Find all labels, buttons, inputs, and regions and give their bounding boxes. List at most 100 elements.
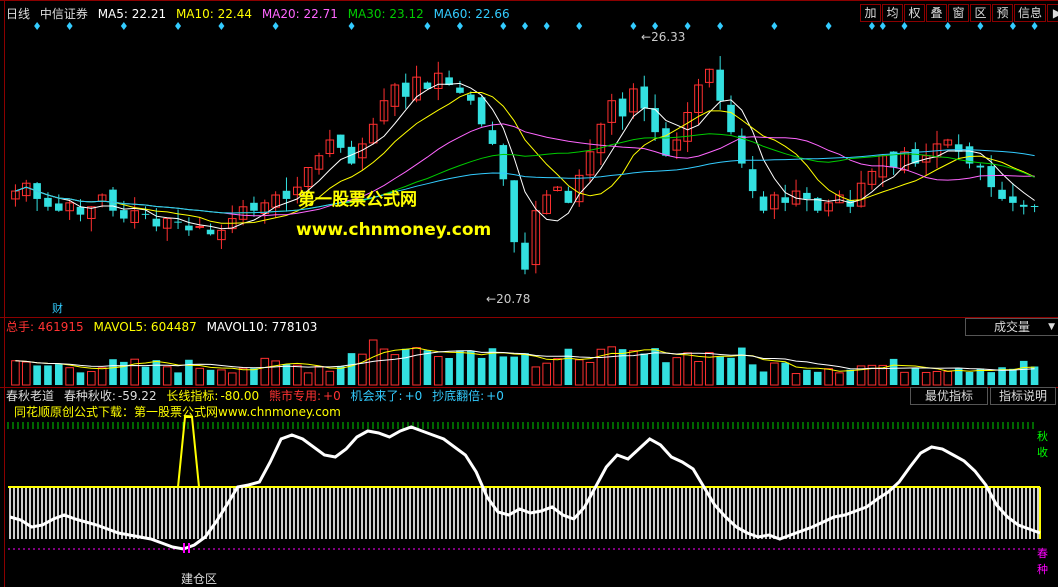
candle-body: [152, 218, 161, 227]
price-panel[interactable]: 日线 中信证券 MA5: 22.21 MA10: 22.44 MA20: 22.…: [0, 0, 1058, 587]
volume-bar: [314, 365, 324, 386]
volume-bar: [282, 364, 291, 385]
signal-diamond: [977, 22, 984, 30]
volume-bar: [835, 372, 844, 386]
candle-body: [336, 134, 345, 148]
volume-bar: [510, 356, 518, 385]
signal-diamond: [1031, 22, 1038, 30]
volume-bar: [921, 371, 931, 386]
high-price-label: ←26.33: [641, 30, 685, 44]
signal-diamond: [272, 22, 279, 30]
indicator-panel[interactable]: 春秋老道 春种秋收: -59.22 长线指标: -80.00 熊市专用: +0 机会来…: [0, 387, 1058, 587]
signal-diamond: [1009, 22, 1016, 30]
candle-body: [488, 130, 497, 144]
signal-diamond: [576, 22, 583, 30]
volume-bar: [965, 371, 974, 385]
candle-body: [716, 69, 724, 101]
volume-bar: [846, 369, 855, 385]
volume-bar: [433, 356, 443, 386]
candle-body: [401, 82, 410, 97]
price-chart[interactable]: [0, 0, 1058, 317]
volume-bar: [716, 356, 724, 385]
signal-diamond: [456, 22, 463, 30]
volume-panel[interactable]: 总手: 461915 MAVOL5: 604487 MAVOL10: 77810…: [0, 317, 1058, 387]
signal-diamond: [825, 22, 832, 30]
volume-bar: [748, 364, 757, 385]
ma30-line: [15, 133, 1035, 214]
candle-body: [1030, 205, 1039, 207]
volume-bar: [564, 348, 573, 385]
candle-body: [44, 197, 52, 207]
volume-bar: [141, 366, 150, 385]
volume-bar: [33, 365, 41, 385]
volume-bar: [456, 350, 464, 385]
volume-bar: [521, 353, 529, 385]
candle-body: [738, 135, 746, 164]
volume-bar: [238, 367, 248, 386]
volume-bar: [325, 370, 335, 386]
candle-body: [54, 203, 63, 211]
signal-diamond: [522, 22, 528, 30]
ma20-line: [15, 123, 1035, 217]
signal-diamond: [66, 22, 73, 30]
volume-bar: [770, 362, 779, 386]
candle-body: [109, 189, 117, 211]
candle-body: [976, 165, 985, 168]
chunzhong-side-label: 春种: [1037, 547, 1048, 576]
volume-bar: [336, 366, 345, 385]
signal-diamond: [879, 22, 886, 30]
jiancang-label: 建仓区: [181, 572, 218, 586]
volume-bar: [109, 359, 117, 385]
volume-bar: [401, 348, 410, 385]
volume-bar: [585, 361, 595, 386]
signal-diamond: [120, 22, 127, 30]
volume-bar: [11, 360, 20, 386]
signal-diamond: [944, 22, 951, 30]
volume-bar: [44, 365, 52, 385]
indicator-chart[interactable]: [0, 387, 1058, 587]
volume-bar: [379, 348, 389, 386]
volume-bar: [1009, 368, 1017, 385]
volume-bar: [889, 358, 898, 385]
candle-body: [748, 169, 757, 192]
candle-body: [759, 196, 768, 211]
volume-bar: [694, 361, 703, 386]
candle-body: [120, 210, 128, 219]
volume-bar: [499, 356, 508, 385]
volume-bar: [738, 347, 746, 385]
candle-body: [781, 197, 790, 203]
volume-bar: [553, 358, 562, 386]
watermark-title: 第一股票公式网: [298, 190, 417, 210]
volume-bar: [596, 348, 606, 386]
volume-bar: [217, 369, 226, 386]
candle-body: [185, 225, 193, 231]
finance-marker[interactable]: 财: [52, 300, 63, 316]
high-arrow: ←: [641, 30, 652, 44]
low-value: 20.78: [496, 292, 531, 306]
candle-body: [174, 221, 182, 223]
candle-body: [466, 94, 475, 101]
candle-body: [803, 192, 811, 199]
volume-bar: [185, 359, 193, 385]
volume-bar: [293, 364, 302, 386]
volume-bar: [759, 371, 768, 385]
candle-body: [282, 190, 291, 199]
volume-bar: [423, 350, 432, 385]
candle-body: [998, 189, 1006, 199]
low-arrow: ←: [486, 292, 497, 306]
candle-body: [1019, 204, 1028, 207]
volume-bar: [574, 359, 584, 386]
candle-body: [727, 104, 735, 133]
volume-bar: [911, 368, 920, 385]
signal-diamond: [175, 22, 182, 30]
volume-bar: [781, 362, 790, 385]
volume-bar: [97, 367, 107, 386]
volume-bar: [87, 371, 96, 386]
volume-bar: [412, 347, 421, 386]
volume-bar: [477, 357, 486, 385]
volume-bar: [542, 362, 551, 386]
volume-bar: [466, 350, 475, 385]
volume-chart[interactable]: [0, 317, 1058, 387]
candle-body: [141, 213, 150, 215]
volume-bar: [303, 372, 313, 386]
